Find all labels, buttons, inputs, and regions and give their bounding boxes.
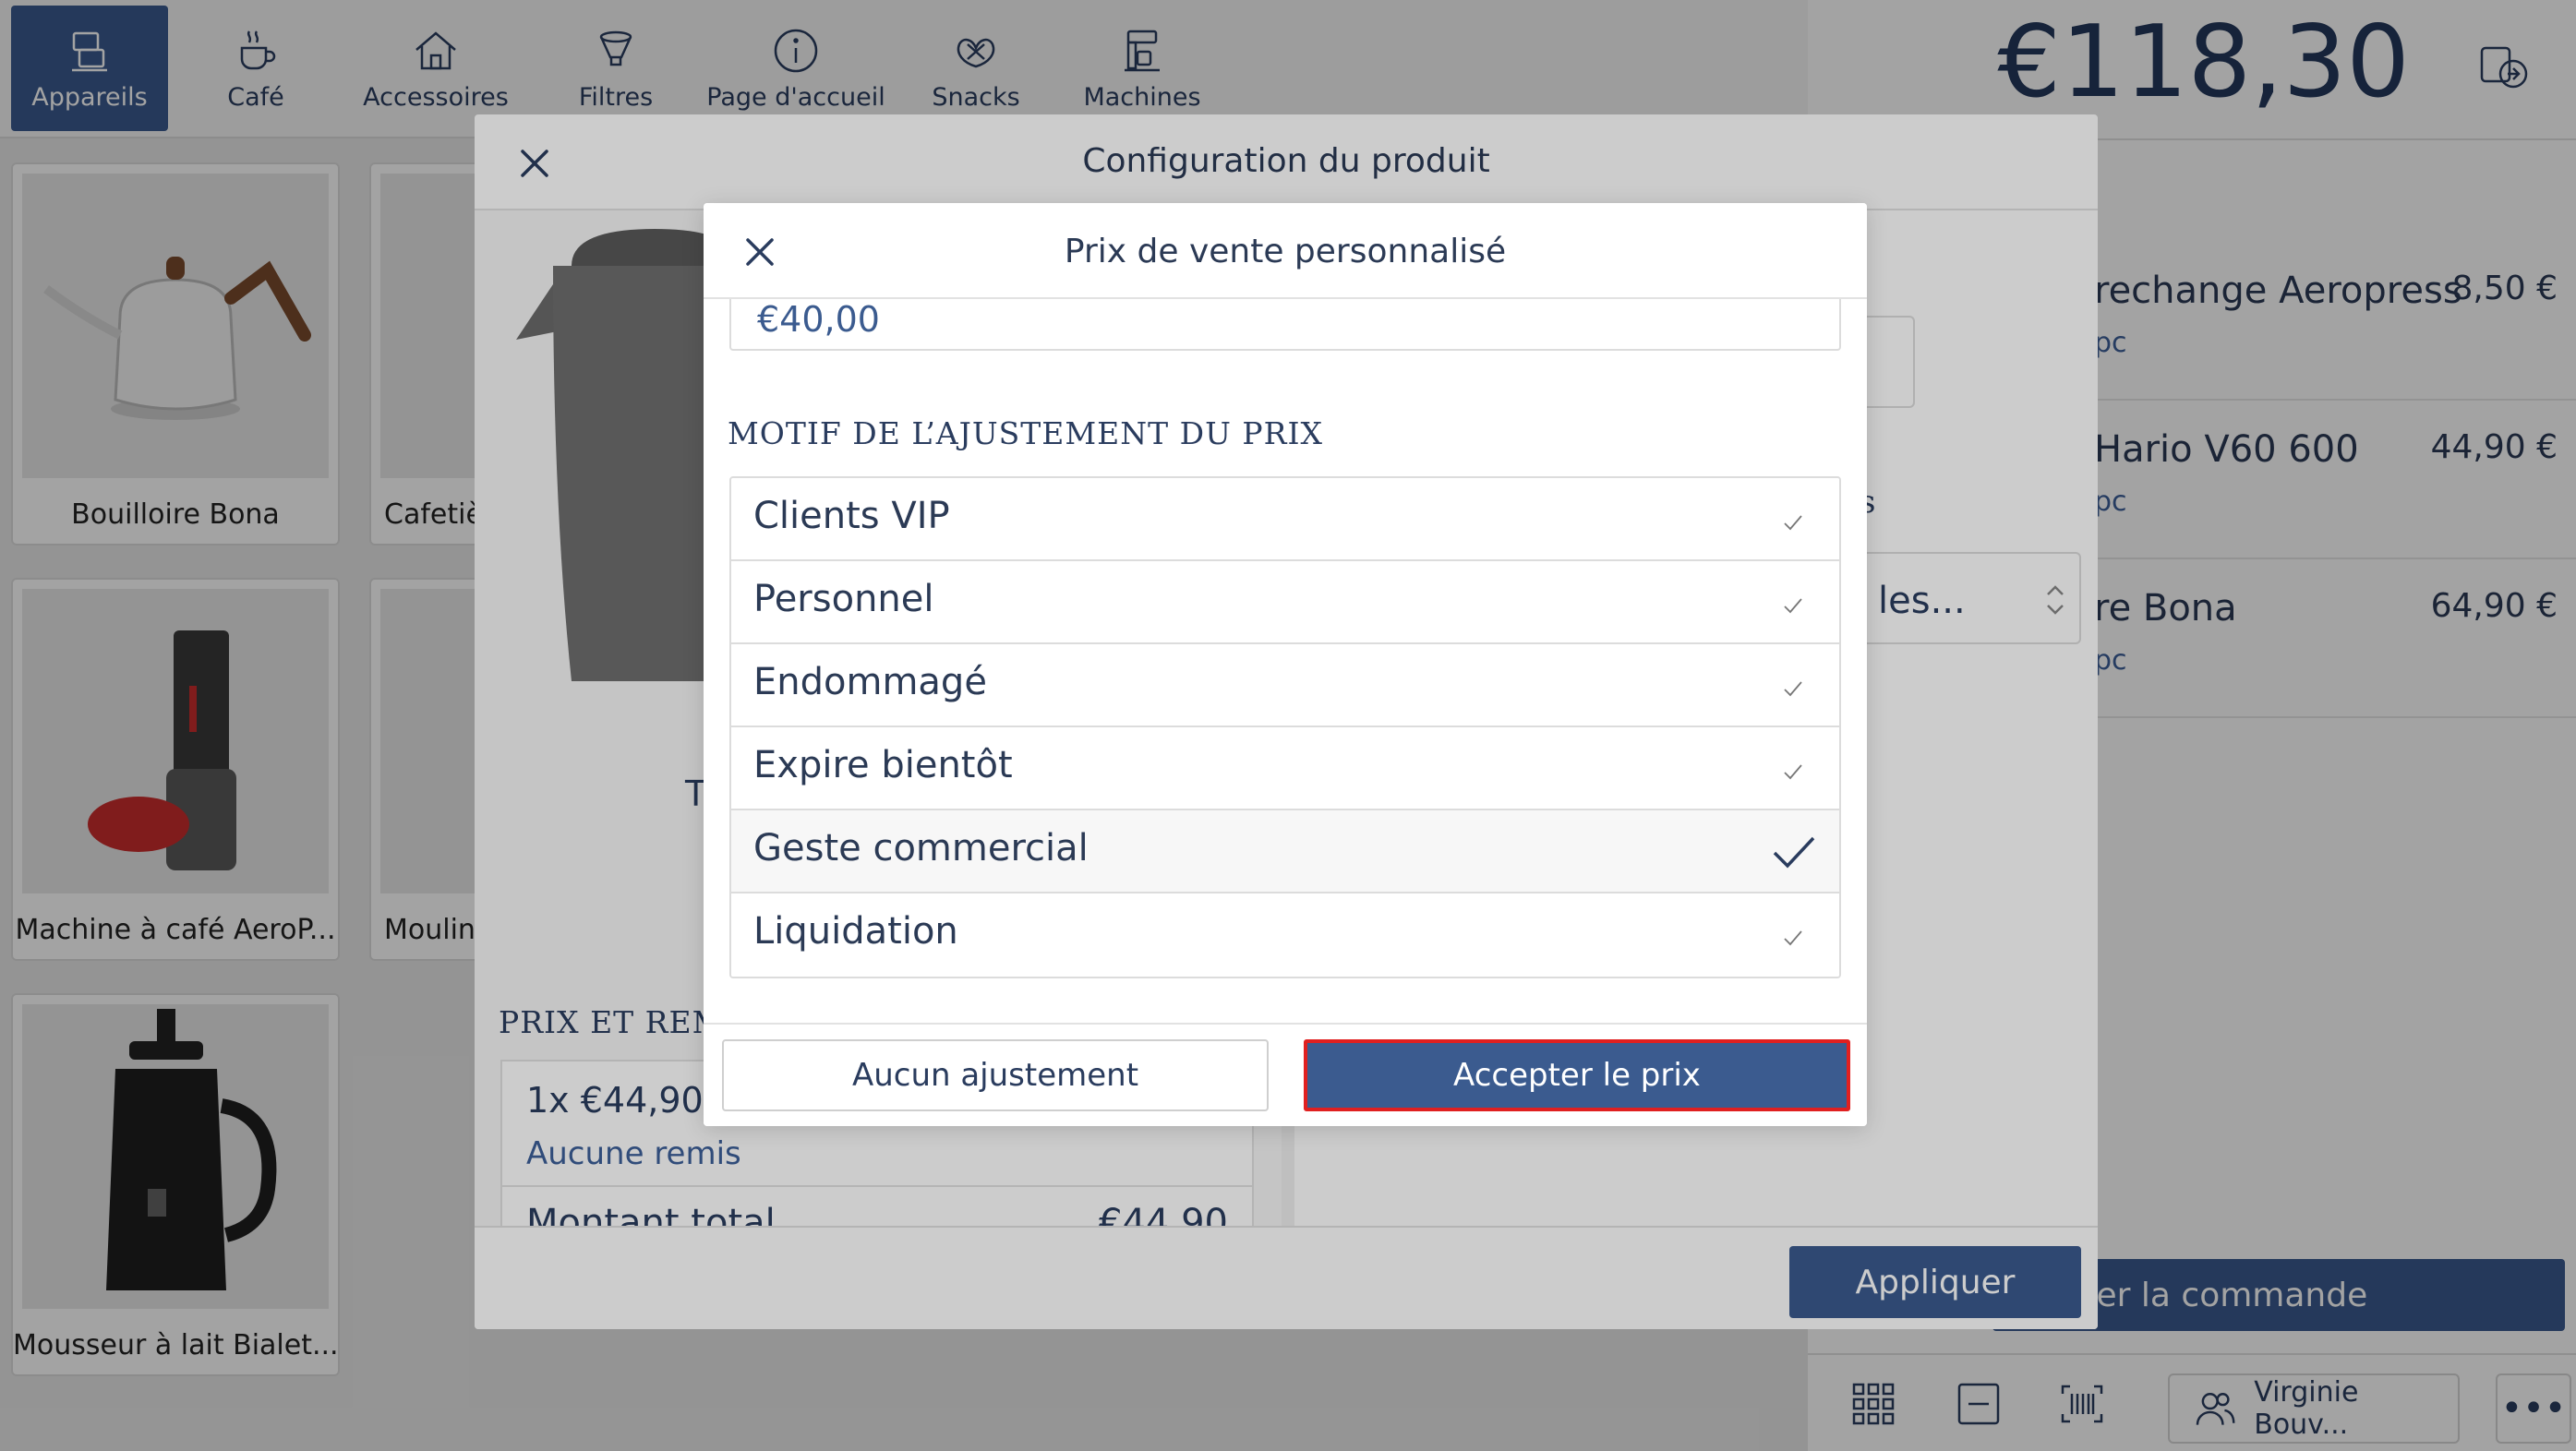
reason-option-label: Liquidation <box>753 910 958 953</box>
check-icon <box>1784 515 1802 531</box>
dialog-title: Prix de vente personnalisé <box>1064 233 1507 270</box>
accept-price-button[interactable]: Accepter le prix <box>1304 1039 1850 1111</box>
check-icon <box>1784 930 1802 946</box>
no-adjustment-button[interactable]: Aucun ajustement <box>722 1039 1269 1111</box>
reason-option-expire-bientot[interactable]: Expire bientôt <box>731 727 1839 810</box>
reason-heading: MOTIF DE L’AJUSTEMENT DU PRIX <box>728 415 1323 451</box>
reason-option-label: Personnel <box>753 578 934 620</box>
check-selected-icon <box>1773 836 1815 869</box>
reason-option-liquidation[interactable]: Liquidation <box>731 893 1839 977</box>
check-icon <box>1784 598 1802 614</box>
dialog-footer: Aucun ajustement Accepter le prix <box>704 1023 1867 1126</box>
dialog-header: Prix de vente personnalisé <box>704 203 1867 299</box>
reason-option-label: Clients VIP <box>753 495 950 537</box>
custom-price-dialog: €40,00 Prix de vente personnalisé MOTIF … <box>704 203 1867 1126</box>
reason-option-label: Geste commercial <box>753 827 1089 869</box>
reason-option-endommage[interactable]: Endommagé <box>731 644 1839 727</box>
check-icon <box>1784 764 1802 780</box>
reason-option-clients-vip[interactable]: Clients VIP <box>731 478 1839 561</box>
reason-option-label: Expire bientôt <box>753 744 1013 786</box>
reason-option-geste-commercial[interactable]: Geste commercial <box>731 810 1839 893</box>
price-input-value: €40,00 <box>757 299 880 340</box>
reason-option-personnel[interactable]: Personnel <box>731 561 1839 644</box>
check-icon <box>1784 681 1802 697</box>
reason-option-label: Endommagé <box>753 661 987 703</box>
reason-list: Clients VIP Personnel Endommagé Expire b… <box>729 476 1841 978</box>
